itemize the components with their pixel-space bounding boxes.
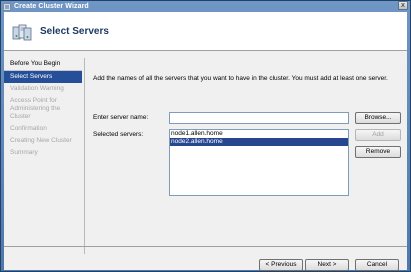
page-title: Select Servers bbox=[40, 26, 109, 37]
previous-button[interactable]: < Previous bbox=[259, 259, 303, 271]
step-validation-warning: Validation Warning bbox=[10, 85, 64, 92]
window-title: Create Cluster Wizard bbox=[14, 3, 89, 10]
wizard-footer: < Previous Next > Cancel bbox=[4, 246, 407, 271]
wizard-window: Create Cluster Wizard x Select Servers B… bbox=[0, 0, 411, 272]
add-button[interactable]: Add bbox=[355, 129, 401, 141]
instructions-text: Add the names of all the servers that yo… bbox=[93, 75, 388, 82]
server-name-input[interactable] bbox=[169, 112, 349, 124]
server-name-label: Enter server name: bbox=[93, 114, 149, 121]
title-bar[interactable]: Create Cluster Wizard x bbox=[1, 1, 410, 12]
step-creating-new-cluster: Creating New Cluster bbox=[10, 137, 72, 144]
step-summary: Summary bbox=[10, 149, 38, 156]
step-select-servers[interactable]: Select Servers bbox=[4, 71, 82, 83]
selected-servers-list[interactable]: node1.allen.home node2.allen.home bbox=[169, 129, 349, 196]
step-confirmation: Confirmation bbox=[10, 125, 47, 132]
wizard-header: Select Servers bbox=[4, 12, 407, 51]
step-before-you-begin[interactable]: Before You Begin bbox=[4, 58, 82, 70]
cluster-servers-icon bbox=[12, 24, 32, 41]
wizard-steps: Before You Begin Select Servers Validati… bbox=[4, 58, 82, 254]
next-button[interactable]: Next > bbox=[305, 259, 349, 271]
close-button[interactable]: x bbox=[398, 1, 408, 10]
server-list-item[interactable]: node1.allen.home bbox=[170, 130, 348, 138]
step-access-point: Access Point for Administering the Clust… bbox=[10, 97, 61, 120]
server-list-item-selected[interactable]: node2.allen.home bbox=[170, 138, 348, 146]
browse-button[interactable]: Browse... bbox=[355, 112, 401, 124]
select-servers-pane: Add the names of all the servers that yo… bbox=[84, 58, 407, 254]
app-icon bbox=[3, 2, 11, 11]
remove-button[interactable]: Remove bbox=[355, 146, 401, 158]
selected-servers-label: Selected servers: bbox=[93, 131, 144, 138]
wizard-client: Select Servers Before You Begin Select S… bbox=[4, 12, 407, 271]
cancel-button[interactable]: Cancel bbox=[355, 259, 399, 271]
